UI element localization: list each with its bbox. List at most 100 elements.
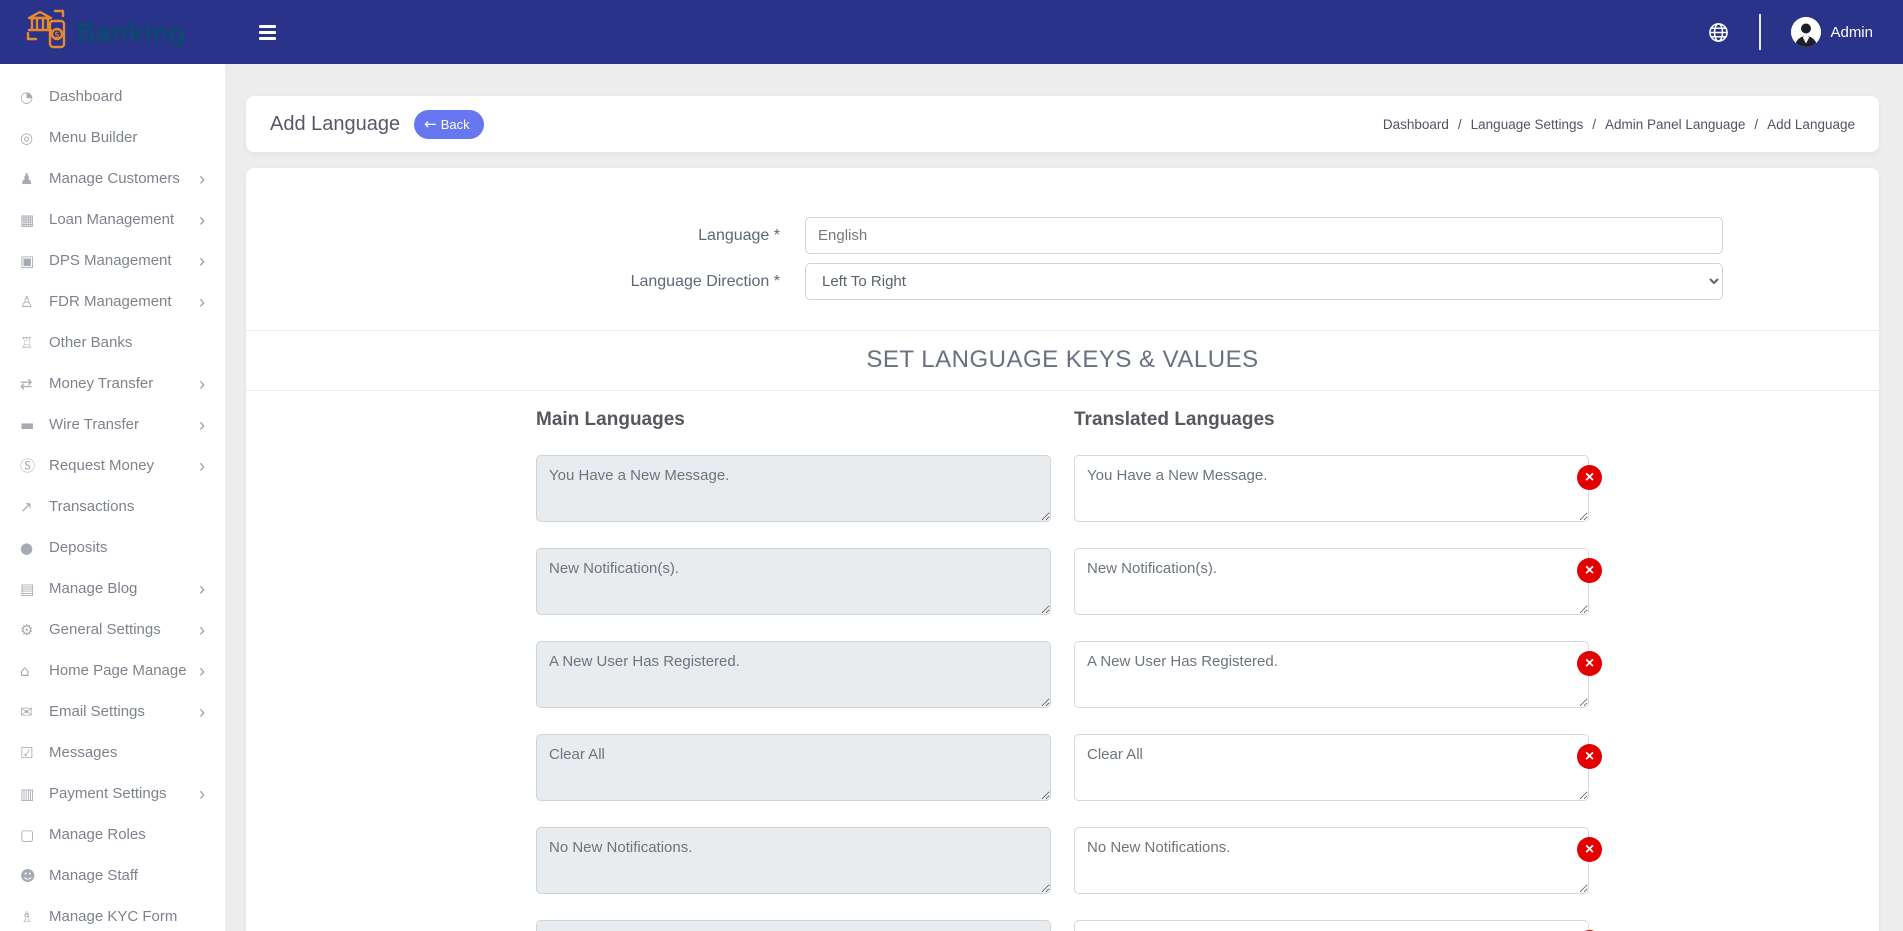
translated-language-textarea[interactable]: A New User Has Registered.: [1074, 641, 1589, 708]
sidebar-item-payment-settings[interactable]: ▥ Payment Settings ›: [0, 773, 225, 814]
breadcrumb-separator: /: [1458, 117, 1462, 132]
sidebar-item-menu-builder[interactable]: ◎ Menu Builder: [0, 117, 225, 158]
sidebar-item-dashboard[interactable]: ◔ Dashboard: [0, 76, 225, 117]
inbox-icon: ☑: [20, 744, 44, 762]
sidebar-item-fdr-management[interactable]: ♙ FDR Management ›: [0, 281, 225, 322]
main-language-textarea[interactable]: A New User Has Registered.: [536, 641, 1051, 708]
delete-row-button[interactable]: ×: [1577, 465, 1602, 490]
language-input[interactable]: [805, 217, 1723, 254]
chart-line-icon: ↗: [20, 498, 44, 516]
language-globe-icon[interactable]: [1708, 22, 1729, 43]
breadcrumb-item-admin-panel-language[interactable]: Admin Panel Language: [1605, 117, 1745, 132]
menu-builder-icon: ◎: [20, 129, 44, 147]
sidebar-menu: ◔ Dashboard ◎ Menu Builder ♟ Manage Cust…: [0, 64, 225, 931]
breadcrumb: Dashboard / Language Settings / Admin Panel …: [1383, 117, 1855, 132]
piggy-bank-icon: ●: [20, 539, 44, 557]
main-language-textarea[interactable]: No New Notifications.: [536, 827, 1051, 894]
brand-name: Banking: [76, 17, 186, 48]
delete-row-button[interactable]: ×: [1577, 744, 1602, 769]
translated-language-textarea[interactable]: New Notification(s).: [1074, 548, 1589, 615]
customers-icon: ♟: [20, 170, 44, 188]
chevron-right-icon: ›: [199, 662, 205, 680]
language-direction-select[interactable]: Left To Right: [805, 263, 1723, 300]
sidebar-item-other-banks[interactable]: ♖ Other Banks: [0, 322, 225, 363]
sidebar-item-money-transfer[interactable]: ⇄ Money Transfer ›: [0, 363, 225, 404]
main-language-textarea[interactable]: Welcome!: [536, 920, 1051, 931]
main-language-textarea[interactable]: You Have a New Message.: [536, 455, 1051, 522]
sidebar-item-manage-blog[interactable]: ▤ Manage Blog ›: [0, 568, 225, 609]
brand[interactable]: $ Banking: [0, 0, 225, 64]
translated-language-textarea[interactable]: Welcome!: [1074, 920, 1589, 931]
user-menu[interactable]: Admin: [1791, 17, 1873, 47]
translated-language-textarea[interactable]: You Have a New Message.: [1074, 455, 1589, 522]
sidebar-item-manage-kyc-form[interactable]: ♗ Manage KYC Form: [0, 896, 225, 931]
language-key-row: Welcome! Welcome! ×: [536, 920, 1589, 931]
chevron-right-icon: ›: [199, 293, 205, 311]
language-key-row: New Notification(s). New Notification(s)…: [536, 548, 1589, 620]
bank-icon: ♖: [20, 334, 44, 352]
breadcrumb-separator: /: [1592, 117, 1596, 132]
main-language-textarea[interactable]: Clear All: [536, 734, 1051, 801]
main-content: Add Language ← Back Dashboard / Language S…: [225, 64, 1903, 931]
sidebar-item-general-settings[interactable]: ⚙ General Settings ›: [0, 609, 225, 650]
chevron-right-icon: ›: [199, 621, 205, 639]
chevron-right-icon: ›: [199, 170, 205, 188]
delete-row-button[interactable]: ×: [1577, 651, 1602, 676]
banking-logo-icon: $: [26, 9, 70, 56]
sidebar-item-dps-management[interactable]: ▣ DPS Management ›: [0, 240, 225, 281]
delete-row-button[interactable]: ×: [1577, 558, 1602, 583]
chevron-right-icon: ›: [199, 211, 205, 229]
home-icon: ⌂: [20, 662, 44, 680]
language-direction-form-row: Language Direction * Left To Right: [246, 263, 1879, 300]
sidebar: ◔ Dashboard ◎ Menu Builder ♟ Manage Cust…: [0, 64, 225, 931]
page-header-card: Add Language ← Back Dashboard / Language S…: [246, 96, 1879, 152]
wallet-icon: ▬: [20, 416, 44, 434]
add-language-card: Language * Language Direction * Left To …: [246, 168, 1879, 931]
chevron-right-icon: ›: [199, 457, 205, 475]
sidebar-item-request-money[interactable]: Ⓢ Request Money ›: [0, 445, 225, 486]
language-rows: You Have a New Message. You Have a New M…: [536, 455, 1589, 931]
loan-icon: ▦: [20, 211, 44, 229]
back-arrow-icon: ←: [424, 115, 437, 133]
breadcrumb-item-add-language[interactable]: Add Language: [1767, 117, 1855, 132]
sidebar-item-manage-staff[interactable]: ☻ Manage Staff: [0, 855, 225, 896]
language-key-row: Clear All Clear All ×: [536, 734, 1589, 806]
sidebar-item-deposits[interactable]: ● Deposits: [0, 527, 225, 568]
sidebar-item-home-page-manage[interactable]: ⌂ Home Page Manage ›: [0, 650, 225, 691]
money-transfer-icon: ⇄: [20, 375, 44, 393]
newspaper-icon: ▤: [20, 580, 44, 598]
dashboard-icon: ◔: [20, 88, 44, 106]
credit-card-icon: ▥: [20, 785, 44, 803]
translated-languages-heading: Translated Languages: [1074, 409, 1589, 431]
main-language-textarea[interactable]: New Notification(s).: [536, 548, 1051, 615]
sidebar-item-messages[interactable]: ☑ Messages: [0, 732, 225, 773]
section-divider-bottom: [246, 390, 1879, 391]
chevron-right-icon: ›: [199, 580, 205, 598]
sidebar-item-loan-management[interactable]: ▦ Loan Management ›: [0, 199, 225, 240]
navbar-divider: [1759, 14, 1761, 50]
sidebar-item-transactions[interactable]: ↗ Transactions: [0, 486, 225, 527]
delete-row-button[interactable]: ×: [1577, 837, 1602, 862]
breadcrumb-item-language-settings[interactable]: Language Settings: [1471, 117, 1584, 132]
chevron-right-icon: ›: [199, 375, 205, 393]
page-title: Add Language: [270, 113, 400, 136]
sidebar-item-manage-customers[interactable]: ♟ Manage Customers ›: [0, 158, 225, 199]
translated-language-textarea[interactable]: Clear All: [1074, 734, 1589, 801]
chevron-right-icon: ›: [199, 785, 205, 803]
translated-language-textarea[interactable]: No New Notifications.: [1074, 827, 1589, 894]
gears-icon: ⚙: [20, 621, 44, 639]
main-languages-heading: Main Languages: [536, 409, 1051, 431]
language-key-row: A New User Has Registered. A New User Ha…: [536, 641, 1589, 713]
staff-icon: ☻: [20, 867, 44, 885]
sidebar-item-email-settings[interactable]: ✉ Email Settings ›: [0, 691, 225, 732]
admin-name: Admin: [1830, 24, 1873, 41]
envelope-icon: ✉: [20, 703, 44, 721]
breadcrumb-item-dashboard[interactable]: Dashboard: [1383, 117, 1449, 132]
back-button[interactable]: ← Back: [414, 110, 483, 139]
sidebar-item-wire-transfer[interactable]: ▬ Wire Transfer ›: [0, 404, 225, 445]
section-title: SET LANGUAGE KEYS & VALUES: [246, 331, 1879, 390]
hamburger-menu-icon[interactable]: [259, 22, 276, 43]
sidebar-item-manage-roles[interactable]: ▢ Manage Roles: [0, 814, 225, 855]
roles-icon: ▢: [20, 826, 44, 844]
language-key-row: No New Notifications. No New Notificatio…: [536, 827, 1589, 899]
